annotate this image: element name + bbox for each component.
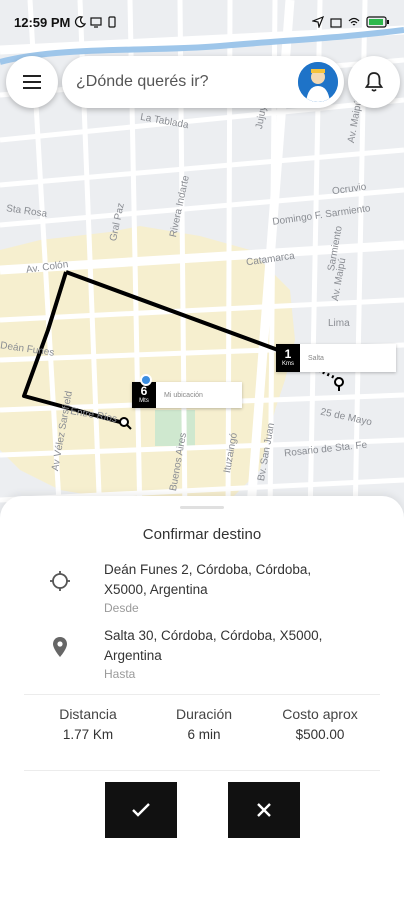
origin-address: Deán Funes 2, Córdoba, Córdoba, X5000, A… (104, 562, 312, 597)
origin-row: Deán Funes 2, Córdoba, Córdoba, X5000, A… (40, 560, 370, 616)
monitor-icon (90, 17, 102, 28)
confirm-destination-sheet: Confirmar destino Deán Funes 2, Córdoba,… (0, 496, 404, 900)
cancel-button[interactable] (228, 782, 300, 838)
battery-icon (366, 16, 389, 28)
stat-label: Duración (175, 706, 233, 722)
origin-icon-wrap (40, 560, 80, 616)
destination-row: Salta 30, Córdoba, Córdoba, X5000, Argen… (40, 626, 370, 682)
wifi-icon (348, 17, 360, 26)
divider (24, 694, 380, 695)
my-location-dot-icon (140, 374, 152, 386)
sheet-title: Confirmar destino (142, 526, 262, 543)
map-pin-icon (53, 637, 67, 657)
hamburger-menu-icon (23, 75, 41, 89)
menu-button[interactable] (6, 56, 58, 108)
stat-value: 6 min (187, 727, 221, 742)
moon-icon (75, 16, 87, 28)
origin-distance-unit: Mts (139, 398, 149, 404)
destination-marker[interactable]: 1 Kms Salta (276, 344, 396, 372)
destination-distance-unit: Kms (282, 361, 294, 367)
origin-caption: Desde (104, 601, 139, 615)
destination-label: Salta (300, 344, 396, 372)
notifications-button[interactable] (348, 56, 400, 108)
status-time: 12:59 PM (14, 14, 71, 30)
search-bar[interactable]: ¿Dónde querés ir? (62, 56, 344, 108)
stat-duration: Duración 6 min (146, 704, 262, 746)
destination-distance-box: 1 Kms (276, 344, 300, 372)
alarm-icon (330, 18, 342, 28)
destination-caption: Hasta (104, 667, 136, 681)
street-label: Lima (328, 318, 350, 329)
trip-stats: Distancia 1.77 Km Duración 6 min Costo a… (30, 704, 378, 746)
stat-label: Distancia (59, 706, 117, 722)
stat-value: $500.00 (295, 727, 345, 742)
sim-icon (108, 16, 116, 28)
stat-cost: Costo aprox $500.00 (262, 704, 378, 746)
crosshair-icon (50, 571, 70, 591)
confirm-button[interactable] (105, 782, 177, 838)
location-arrow-icon (312, 16, 324, 28)
route-end-pin-icon (334, 377, 344, 391)
destination-distance: 1 (284, 347, 292, 361)
avatar-illustration-icon (298, 62, 338, 102)
stat-distance: Distancia 1.77 Km (30, 704, 146, 746)
stat-label: Costo aprox (282, 706, 358, 722)
origin-marker[interactable]: 6 Mts Mi ubicación (132, 382, 242, 408)
close-icon (257, 803, 271, 817)
destination-icon-wrap (40, 626, 80, 682)
origin-distance: 6 (140, 384, 148, 398)
check-icon (132, 803, 150, 817)
drag-handle[interactable] (180, 506, 224, 509)
route-start-pin-icon (119, 417, 132, 430)
divider (24, 770, 380, 771)
status-bar: 12:59 PM (0, 0, 404, 44)
origin-label: Mi ubicación (156, 382, 242, 408)
destination-address: Salta 30, Córdoba, Córdoba, X5000, Argen… (104, 628, 323, 663)
bell-icon (364, 72, 384, 92)
stat-value: 1.77 Km (62, 727, 114, 742)
avatar[interactable] (298, 62, 338, 102)
search-placeholder[interactable]: ¿Dónde querés ir? (76, 73, 298, 91)
